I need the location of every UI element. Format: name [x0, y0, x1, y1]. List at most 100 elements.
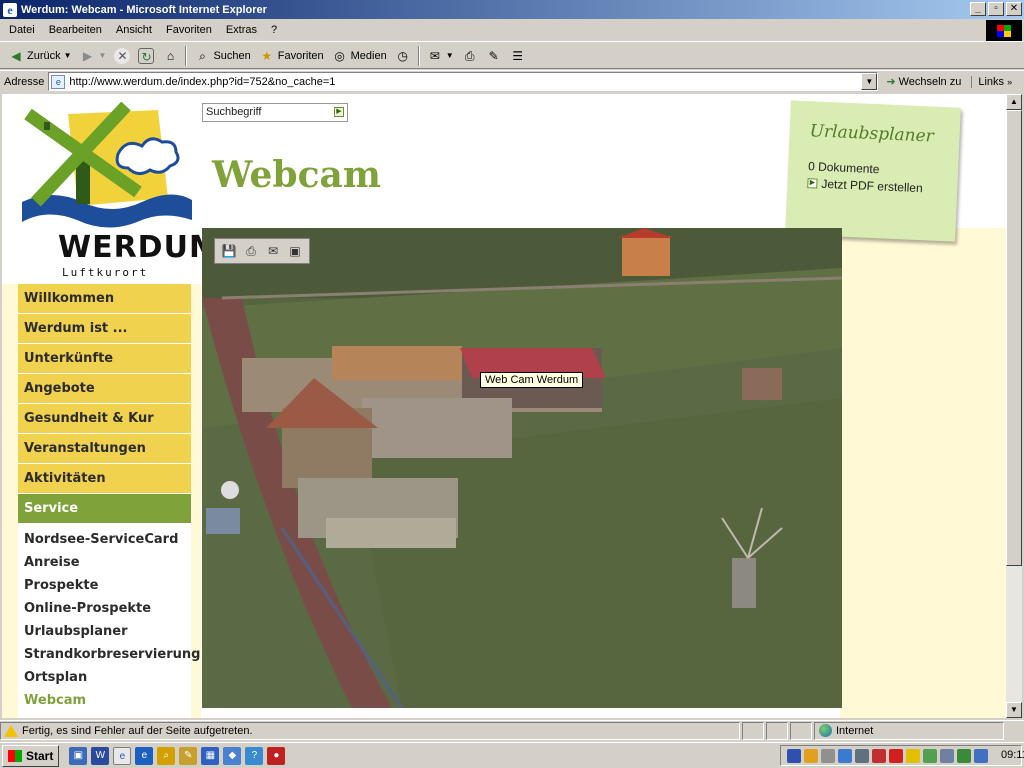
subnav-item-strandkorb[interactable]: Strandkorbreservierung	[18, 643, 200, 666]
tray-icon[interactable]	[872, 748, 886, 763]
tray-icon[interactable]	[906, 748, 920, 763]
vertical-scrollbar[interactable]: ▲ ▼	[1006, 94, 1022, 718]
nav-item-veranstaltungen[interactable]: Veranstaltungen	[18, 434, 191, 464]
scroll-down-button[interactable]: ▼	[1006, 702, 1022, 718]
tray-icon[interactable]	[855, 748, 869, 763]
search-go-icon[interactable]: ▶	[334, 107, 344, 117]
address-dropdown-button[interactable]: ▼	[861, 73, 878, 90]
folder-icon[interactable]: ▣	[286, 243, 304, 259]
go-arrow-icon: ➜	[886, 76, 896, 88]
nav-item-angebote[interactable]: Angebote	[18, 374, 191, 404]
menu-bearbeiten[interactable]: Bearbeiten	[42, 22, 109, 38]
werdum-logo[interactable]: WERDUM Luftkurort	[18, 101, 219, 279]
main-navigation: Willkommen Werdum ist ... Unterkünfte An…	[18, 284, 200, 712]
print-icon[interactable]: ⎙	[242, 243, 260, 259]
subnav-item-urlaubsplaner[interactable]: Urlaubsplaner	[18, 620, 191, 643]
tray-icon[interactable]	[838, 748, 852, 763]
nav-item-unterkuenfte[interactable]: Unterkünfte	[18, 344, 191, 374]
favorites-button[interactable]: ★ Favoriten	[255, 46, 328, 66]
status-message-pane: Fertig, es sind Fehler auf der Seite auf…	[0, 721, 740, 740]
close-button[interactable]: ✕	[1006, 2, 1022, 16]
desktop-icon[interactable]: ▣	[69, 746, 88, 765]
menu-favoriten[interactable]: Favoriten	[159, 22, 219, 38]
mail-icon: ✉	[429, 48, 440, 63]
chevron-down-icon[interactable]: ▼	[64, 51, 72, 60]
app-icon[interactable]: ◆	[223, 746, 242, 765]
chevron-down-icon[interactable]: ▼	[446, 51, 454, 60]
chevron-down-icon[interactable]: ▼	[99, 51, 107, 60]
ie-icon[interactable]: e	[135, 746, 154, 765]
back-arrow-icon: ◀	[11, 48, 21, 63]
ie-window-icon[interactable]: e	[113, 746, 132, 765]
search-button[interactable]: ⌕ Suchen	[190, 46, 254, 66]
logo-subtitle: Luftkurort	[62, 266, 149, 279]
minimize-button[interactable]: _	[970, 2, 986, 16]
go-button[interactable]: ➜ Wechseln zu	[886, 75, 961, 89]
start-button[interactable]: Start	[2, 744, 60, 767]
speaker-icon[interactable]	[821, 748, 835, 763]
media-button[interactable]: ◎ Medien	[328, 46, 391, 66]
quick-launch: ▣ W e e ⌕ ✎ ▦ ◆ ? ●	[69, 746, 286, 765]
subnav-item-servicecard[interactable]: Nordsee-ServiceCard	[18, 528, 191, 551]
nav-item-service[interactable]: Service	[18, 494, 191, 524]
tray-icon[interactable]	[974, 748, 988, 763]
image-toolbar: 💾 ⎙ ✉ ▣	[214, 238, 310, 264]
print-button[interactable]: ⎙	[458, 46, 482, 66]
planner-pdf-link[interactable]: ▶ Jetzt PDF erstellen	[807, 176, 937, 196]
site-search-input[interactable]: Suchbegriff ▶	[202, 103, 348, 122]
subnav-item-prospekte[interactable]: Prospekte	[18, 574, 191, 597]
menu-ansicht[interactable]: Ansicht	[109, 22, 159, 38]
maximize-button[interactable]: ▫	[988, 2, 1004, 16]
scroll-up-button[interactable]: ▲	[1006, 94, 1022, 110]
scroll-thumb[interactable]	[1006, 110, 1022, 566]
favorites-icon: ★	[261, 48, 273, 63]
chart-icon[interactable]: ▦	[201, 746, 220, 765]
app-icon[interactable]: ●	[267, 746, 286, 765]
menu-help[interactable]: ?	[264, 22, 284, 38]
subnav-item-webcam[interactable]: Webcam	[18, 689, 191, 712]
tray-icon[interactable]	[957, 748, 971, 763]
subnav-item-online-prospekte[interactable]: Online-Prospekte	[18, 597, 191, 620]
help-icon[interactable]: ?	[245, 746, 264, 765]
tray-icon[interactable]	[889, 748, 903, 763]
subnav-item-anreise[interactable]: Anreise	[18, 551, 191, 574]
page-icon: e	[51, 74, 66, 89]
edit-button[interactable]: ✎	[482, 46, 506, 66]
links-button[interactable]: Links »	[971, 75, 1012, 88]
search-icon[interactable]: ⌕	[157, 746, 176, 765]
ie-icon: e	[3, 2, 17, 17]
forward-button[interactable]: ▶ ▼	[76, 46, 111, 66]
clock[interactable]: 09:11	[1001, 749, 1024, 763]
edit-icon[interactable]: ✎	[179, 746, 198, 765]
planner-pdf-label: Jetzt PDF erstellen	[821, 176, 923, 196]
tray-icon[interactable]	[940, 748, 954, 763]
word-icon[interactable]: W	[91, 746, 110, 765]
nav-item-werdum-ist[interactable]: Werdum ist ...	[18, 314, 191, 344]
nav-item-gesundheit-kur[interactable]: Gesundheit & Kur	[18, 404, 191, 434]
mail-button[interactable]: ✉ ▼	[423, 46, 458, 66]
tray-icon[interactable]	[804, 748, 818, 763]
media-label: Medien	[350, 49, 387, 62]
nav-item-willkommen[interactable]: Willkommen	[18, 284, 191, 314]
address-input[interactable]: e http://www.werdum.de/index.php?id=752&…	[48, 72, 879, 91]
stop-button[interactable]: ✕	[110, 46, 134, 66]
webcam-image[interactable]: 💾 ⎙ ✉ ▣ Web Cam Werdum	[202, 228, 842, 708]
menu-extras[interactable]: Extras	[219, 22, 264, 38]
webcam-scene	[202, 228, 842, 708]
save-icon[interactable]: 💾	[220, 243, 238, 259]
windows-logo-icon	[8, 749, 22, 762]
tray-icon[interactable]	[787, 748, 801, 763]
home-button[interactable]: ⌂	[158, 46, 182, 66]
status-pane	[766, 721, 788, 740]
subnav-item-ortsplan[interactable]: Ortsplan	[18, 666, 191, 689]
back-button[interactable]: ◀ Zurück ▼	[4, 46, 76, 66]
warning-icon[interactable]	[4, 724, 18, 737]
mail-icon[interactable]: ✉	[264, 243, 282, 259]
history-button[interactable]: ◷	[391, 46, 415, 66]
nav-item-aktivitaeten[interactable]: Aktivitäten	[18, 464, 191, 494]
tray-icon[interactable]	[923, 748, 937, 763]
discuss-button[interactable]: ☰	[506, 46, 530, 66]
menu-datei[interactable]: Datei	[2, 22, 42, 38]
refresh-button[interactable]: ↻	[134, 46, 158, 66]
home-icon: ⌂	[166, 48, 175, 63]
